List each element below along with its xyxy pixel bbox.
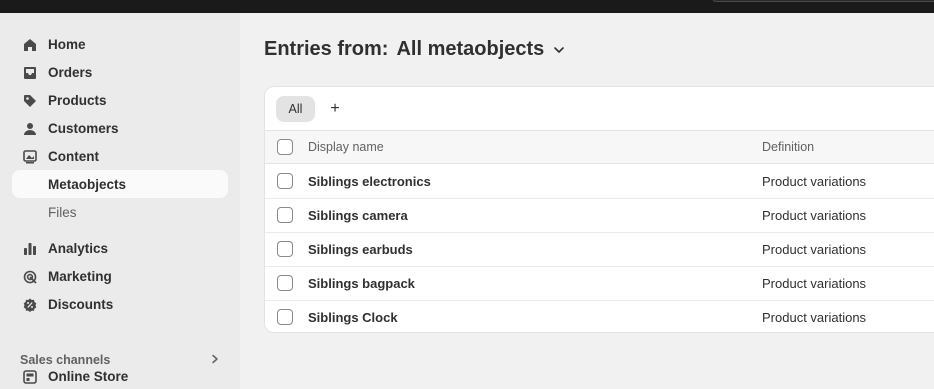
- display-name-cell[interactable]: Siblings bagpack: [308, 276, 415, 291]
- tag-icon: [22, 93, 38, 109]
- sidebar-item-discounts[interactable]: Discounts: [12, 290, 228, 318]
- sidebar-item-files[interactable]: Files: [12, 198, 228, 226]
- display-name-cell[interactable]: Siblings Clock: [308, 310, 398, 325]
- table-row[interactable]: Siblings bagpack Product variations: [265, 267, 934, 301]
- entries-card: All + Display name Definition Siblings e…: [264, 86, 934, 333]
- global-search-box[interactable]: [712, 0, 934, 2]
- sidebar-item-home[interactable]: Home: [12, 30, 228, 58]
- sidebar-item-analytics[interactable]: Analytics: [12, 234, 228, 262]
- definition-cell: Product variations: [762, 174, 867, 189]
- row-checkbox[interactable]: [277, 207, 293, 223]
- sidebar-item-label: Marketing: [48, 269, 112, 284]
- sidebar-item-label: Analytics: [48, 241, 109, 256]
- store-icon: [22, 369, 38, 385]
- metaobject-filter-dropdown[interactable]: All metaobjects: [396, 38, 566, 61]
- display-name-cell[interactable]: Siblings earbuds: [308, 242, 413, 257]
- page-title-value: All metaobjects: [396, 38, 545, 60]
- home-icon: [22, 37, 38, 53]
- table-row[interactable]: Siblings electronics Product variations: [265, 165, 934, 199]
- page-title: Entries from: All metaobjects: [264, 38, 566, 61]
- display-name-cell[interactable]: Siblings camera: [308, 208, 408, 223]
- inbox-icon: [22, 65, 38, 81]
- definition-cell: Product variations: [762, 242, 867, 257]
- sidebar-item-label: Content: [48, 149, 99, 164]
- row-checkbox[interactable]: [277, 309, 293, 325]
- sidebar: Home Orders Products Customers Content M…: [0, 13, 240, 389]
- row-checkbox[interactable]: [277, 173, 293, 189]
- sidebar-item-label: Discounts: [48, 297, 114, 312]
- row-checkbox[interactable]: [277, 275, 293, 291]
- definition-cell: Product variations: [762, 276, 867, 291]
- sidebar-item-label: Home: [48, 37, 86, 52]
- add-view-button[interactable]: +: [327, 96, 343, 122]
- display-name-cell[interactable]: Siblings electronics: [308, 174, 431, 189]
- sidebar-item-content[interactable]: Content: [12, 142, 228, 170]
- bar-chart-icon: [22, 241, 38, 257]
- table-row[interactable]: Siblings camera Product variations: [265, 199, 934, 233]
- column-header-display-name[interactable]: Display name: [308, 140, 384, 154]
- sidebar-item-label: Orders: [48, 65, 93, 80]
- main-content: Entries from: All metaobjects All + Disp…: [240, 13, 934, 389]
- sidebar-item-label: Products: [48, 93, 107, 108]
- chevron-down-icon: [554, 46, 565, 53]
- top-bar: [0, 0, 934, 13]
- select-all-checkbox[interactable]: [277, 139, 293, 155]
- sidebar-item-marketing[interactable]: Marketing: [12, 262, 228, 290]
- definition-cell: Product variations: [762, 310, 867, 325]
- table-row[interactable]: Siblings earbuds Product variations: [265, 233, 934, 267]
- row-checkbox[interactable]: [277, 241, 293, 257]
- sidebar-item-label: Customers: [48, 121, 119, 136]
- discount-icon: [22, 297, 38, 313]
- person-icon: [22, 121, 38, 137]
- column-header-definition[interactable]: Definition: [762, 140, 814, 154]
- table-header: Display name Definition: [265, 131, 934, 164]
- filter-tabs: All +: [265, 87, 934, 131]
- sidebar-item-products[interactable]: Products: [12, 86, 228, 114]
- definition-cell: Product variations: [762, 208, 867, 223]
- sidebar-item-label: Files: [48, 205, 77, 220]
- image-icon: [22, 149, 38, 165]
- target-icon: [22, 269, 38, 285]
- sidebar-item-orders[interactable]: Orders: [12, 58, 228, 86]
- sidebar-item-label: Online Store: [48, 369, 129, 384]
- sidebar-item-customers[interactable]: Customers: [12, 114, 228, 142]
- sidebar-item-online-store[interactable]: Online Store: [12, 362, 228, 389]
- table-row[interactable]: Siblings Clock Product variations: [265, 301, 934, 332]
- page-title-prefix: Entries from:: [264, 38, 389, 60]
- sidebar-item-label: Metaobjects: [48, 177, 127, 192]
- tab-all[interactable]: All: [276, 96, 315, 122]
- sidebar-item-metaobjects[interactable]: Metaobjects: [12, 170, 228, 198]
